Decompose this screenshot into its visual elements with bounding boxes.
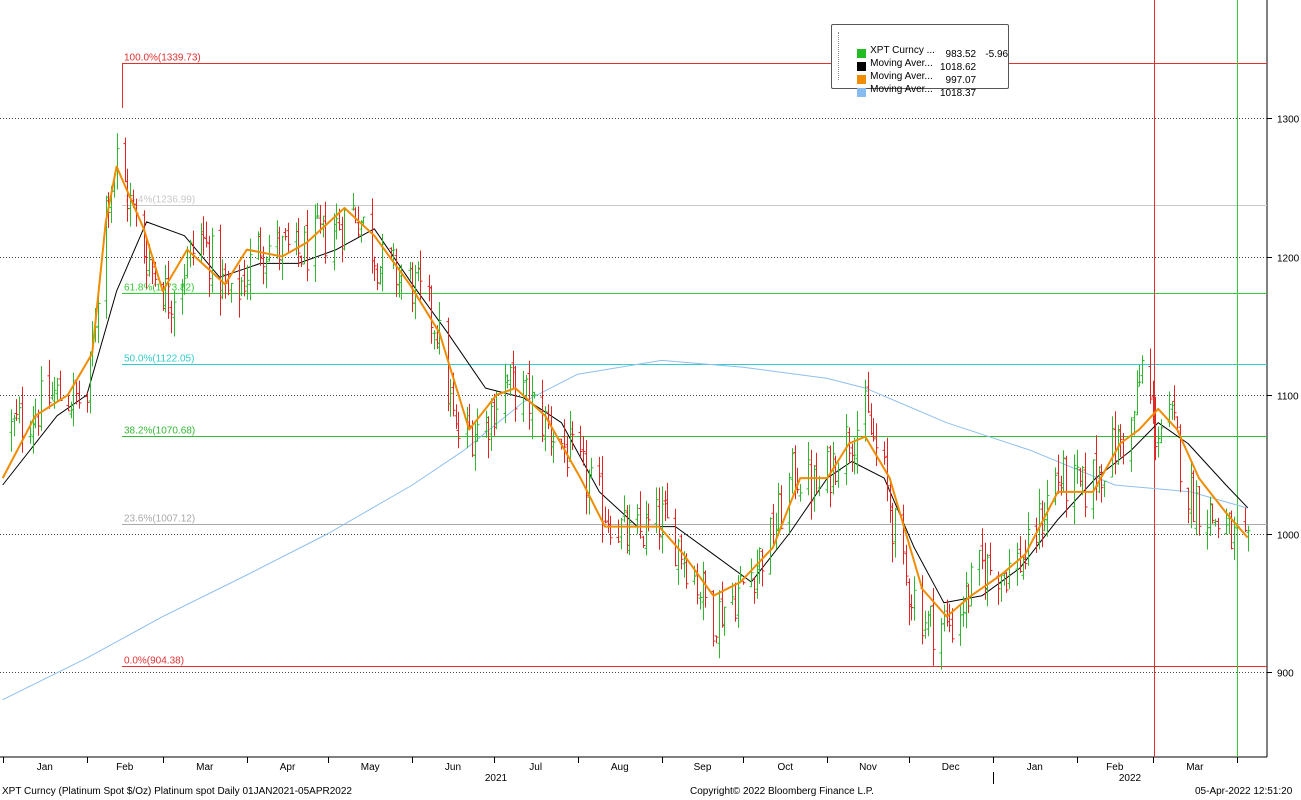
moving-average-orange-line — [1, 165, 1249, 618]
x-month-label: Jun — [445, 762, 461, 773]
x-month-label: Mar — [196, 762, 214, 773]
fibonacci-label: 100.0%(1339.73) — [124, 53, 201, 64]
x-month-label: Apr — [280, 762, 296, 773]
x-month-label: Mar — [1186, 762, 1204, 773]
x-month-label: Aug — [611, 762, 629, 773]
x-year-label: 2022 — [1119, 773, 1142, 784]
legend-item-ma-orange[interactable]: Moving Aver... 997.07 — [846, 57, 976, 86]
x-month-label: Sep — [694, 762, 712, 773]
footer-security-description: XPT Curncy (Platinum Spot $/Oz) Platinum… — [2, 786, 352, 797]
moving-average-black-line — [2, 221, 1249, 604]
moving-average-blue-line — [2, 359, 1248, 701]
y-tick-label: 1300 — [1277, 115, 1300, 126]
y-tick-label: 1100 — [1277, 392, 1299, 403]
x-month-label: Jan — [37, 762, 53, 773]
footer-copyright: Copyright© 2022 Bloomberg Finance L.P. — [690, 786, 874, 797]
x-month-label: May — [361, 762, 380, 773]
x-month-label: Jan — [1027, 762, 1043, 773]
x-month-label: Feb — [116, 762, 134, 773]
footer-timestamp: 05-Apr-2022 12:51:20 — [1195, 786, 1293, 797]
fibonacci-label: 23.6%(1007.12) — [124, 514, 195, 525]
x-month-label: Nov — [859, 762, 877, 773]
fibonacci-label: 61.8%(1173.82) — [124, 283, 194, 294]
x-month-label: Dec — [942, 762, 960, 773]
x-year-label: 2021 — [485, 773, 508, 784]
legend: XPT Curncy ... 983.52 -5.96 Moving Aver...… — [831, 24, 1009, 99]
legend-item-xpt[interactable]: XPT Curncy ... 983.52 -5.96 — [846, 31, 1008, 60]
legend-tree-icon — [838, 32, 840, 80]
legend-change: -5.96 — [985, 49, 1009, 60]
x-month-label: Feb — [1106, 762, 1124, 773]
legend-value: 1018.37 — [939, 88, 977, 99]
price-chart: 900 1000 1100 1200 1300 Jan Feb Mar Apr May Jun Jul… — [0, 0, 1300, 784]
fibonacci-label: 0.0%(904.38) — [124, 656, 184, 667]
x-month-label: Jul — [529, 762, 542, 773]
y-tick-label: 1200 — [1277, 254, 1300, 265]
legend-name: Moving Aver... — [870, 84, 933, 95]
legend-item-ma-black[interactable]: Moving Aver... 1018.62 — [846, 44, 976, 73]
x-month-label: Oct — [777, 762, 793, 773]
legend-swatch-ma-blue — [857, 88, 867, 97]
fibonacci-label: 50.0%(1122.05) — [124, 354, 194, 365]
y-tick-label: 1000 — [1277, 531, 1300, 542]
fibonacci-label: 38.2%(1070.68) — [124, 426, 195, 437]
y-tick-label: 900 — [1277, 669, 1294, 680]
legend-item-ma-blue[interactable]: Moving Aver... 1018.37 — [846, 70, 976, 99]
